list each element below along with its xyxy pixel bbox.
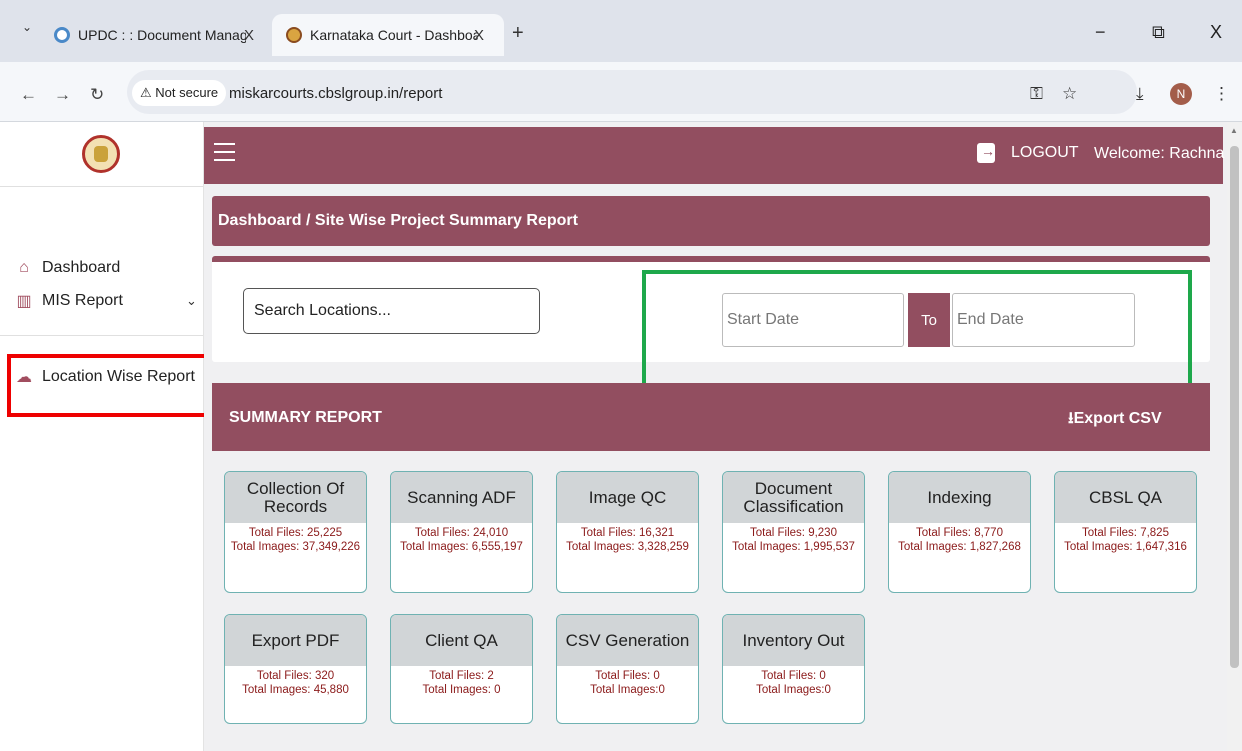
tab-close-icon[interactable]: X bbox=[474, 27, 484, 44]
sidebar-divider bbox=[0, 335, 203, 336]
bookmark-star-icon[interactable]: ☆ bbox=[1062, 84, 1077, 104]
card-title: Indexing bbox=[889, 472, 1030, 523]
card-total-images: Total Images: 45,880 bbox=[242, 684, 349, 696]
url-text[interactable]: miskarcourts.cbslgroup.in/report bbox=[229, 85, 442, 102]
card-total-files: Total Files: 2 bbox=[429, 670, 494, 682]
card-total-images: Total Images:0 bbox=[756, 684, 831, 696]
summary-card-scanning-adf: Scanning ADF Total Files: 24,010 Total I… bbox=[390, 471, 533, 593]
search-input[interactable] bbox=[243, 288, 540, 334]
security-badge[interactable]: ⚠ Not secure bbox=[132, 80, 227, 106]
password-key-icon[interactable]: ⚿ bbox=[1030, 84, 1043, 104]
summary-card-client-qa: Client QA Total Files: 2 Total Images: 0 bbox=[390, 614, 533, 724]
summary-card-indexing: Indexing Total Files: 8,770 Total Images… bbox=[888, 471, 1031, 593]
sidebar-item-mis-report[interactable]: ▥ MIS Report bbox=[14, 291, 123, 311]
card-total-images: Total Images: 37,349,226 bbox=[230, 541, 361, 553]
export-csv-label: Export CSV bbox=[1073, 410, 1162, 427]
tab-title: Karnataka Court - Dashboard bbox=[310, 27, 478, 43]
card-title: Scanning ADF bbox=[391, 472, 532, 523]
green-highlight-annotation bbox=[642, 270, 1192, 394]
card-total-images: Total Images: 6,555,197 bbox=[400, 541, 523, 553]
new-tab-button[interactable]: + bbox=[512, 22, 524, 45]
page-scrollbar[interactable]: ▲ bbox=[1227, 122, 1242, 751]
export-csv-button[interactable]: ⭳Export CSV bbox=[1068, 407, 1162, 434]
card-total-files: Total Files: 9,230 bbox=[750, 527, 837, 539]
card-title: Inventory Out bbox=[723, 615, 864, 666]
court-emblem-favicon-icon bbox=[286, 27, 302, 43]
card-total-files: Total Files: 25,225 bbox=[248, 527, 343, 539]
scroll-up-arrow-icon[interactable]: ▲ bbox=[1230, 126, 1238, 135]
card-total-files: Total Files: 24,010 bbox=[414, 527, 509, 539]
card-title: Client QA bbox=[391, 615, 532, 666]
summary-card-export-pdf: Export PDF Total Files: 320 Total Images… bbox=[224, 614, 367, 724]
logout-label: LOGOUT bbox=[1011, 144, 1079, 161]
summary-card-cbsl-qa: CBSL QA Total Files: 7,825 Total Images:… bbox=[1054, 471, 1197, 593]
back-arrow-icon[interactable]: ← bbox=[20, 85, 37, 105]
tab-close-icon[interactable]: X bbox=[244, 27, 254, 44]
card-total-images: Total Images: 3,328,259 bbox=[566, 541, 689, 553]
chevron-down-icon[interactable]: ⌄ bbox=[186, 293, 197, 309]
updc-favicon-icon bbox=[54, 27, 70, 43]
card-title: Export PDF bbox=[225, 615, 366, 666]
card-total-images: Total Images: 0 bbox=[422, 684, 501, 696]
card-total-files: Total Files: 7,825 bbox=[1082, 527, 1169, 539]
minimize-button[interactable]: − bbox=[1095, 22, 1106, 43]
card-title: CBSL QA bbox=[1055, 472, 1196, 523]
hamburger-menu-icon[interactable] bbox=[214, 143, 235, 163]
card-total-files: Total Files: 8,770 bbox=[916, 527, 1003, 539]
card-total-files: Total Files: 320 bbox=[256, 670, 335, 682]
tab-search-dropdown-icon[interactable]: ⌄ bbox=[22, 20, 32, 34]
home-icon: ⌂ bbox=[19, 259, 29, 276]
logout-icon bbox=[977, 143, 995, 163]
browser-menu-icon[interactable]: ⋮ bbox=[1213, 84, 1230, 104]
summary-title: SUMMARY REPORT bbox=[229, 409, 382, 426]
close-window-button[interactable]: X bbox=[1210, 22, 1222, 43]
breadcrumb: Dashboard / Site Wise Project Summary Re… bbox=[212, 196, 1210, 246]
scrollbar-thumb[interactable] bbox=[1230, 146, 1239, 668]
summary-report-header: SUMMARY REPORT ⭳Export CSV bbox=[212, 383, 1210, 451]
chart-bar-icon: ▥ bbox=[16, 293, 32, 310]
tab-title: UPDC : : Document Managemen bbox=[78, 27, 246, 43]
reload-icon[interactable]: ↻ bbox=[90, 85, 104, 105]
browser-tab-dashboard[interactable]: Karnataka Court - Dashboard X bbox=[272, 14, 504, 56]
summary-card-collection-of-records: Collection Of Records Total Files: 25,22… bbox=[224, 471, 367, 593]
card-total-images: Total Images: 1,995,537 bbox=[732, 541, 855, 553]
download-icon[interactable]: ⤓ bbox=[1136, 84, 1144, 104]
sidebar-item-label: MIS Report bbox=[42, 292, 123, 309]
card-title: Collection Of Records bbox=[225, 472, 366, 523]
card-total-files: Total Files: 16,321 bbox=[580, 527, 675, 539]
browser-tab-updc[interactable]: UPDC : : Document Managemen X bbox=[40, 14, 274, 56]
card-total-images: Total Images: 1,827,268 bbox=[898, 541, 1021, 553]
card-title: Image QC bbox=[557, 472, 698, 523]
court-emblem-logo bbox=[82, 135, 120, 173]
summary-card-csv-generation: CSV Generation Total Files: 0 Total Imag… bbox=[556, 614, 699, 724]
card-title: CSV Generation bbox=[557, 615, 698, 666]
card-total-images: Total Images: 1,647,316 bbox=[1064, 541, 1187, 553]
card-total-images: Total Images:0 bbox=[590, 684, 665, 696]
card-total-files: Total Files: 0 bbox=[595, 670, 660, 682]
welcome-text: Welcome: Rachna bbox=[1094, 145, 1225, 162]
logout-button[interactable]: LOGOUT bbox=[977, 143, 1079, 163]
maximize-button[interactable]: ⧉ bbox=[1152, 22, 1165, 43]
sidebar bbox=[0, 122, 204, 751]
sidebar-item-dashboard[interactable]: ⌂ Dashboard bbox=[14, 259, 120, 277]
sidebar-divider bbox=[0, 186, 203, 187]
profile-avatar[interactable]: N bbox=[1170, 83, 1192, 105]
red-highlight-annotation bbox=[7, 354, 220, 417]
forward-arrow-icon[interactable]: → bbox=[54, 85, 71, 105]
card-total-files: Total Files: 0 bbox=[761, 670, 826, 682]
summary-card-document-classification: Document Classification Total Files: 9,2… bbox=[722, 471, 865, 593]
sidebar-item-label: Dashboard bbox=[42, 259, 121, 276]
card-title: Document Classification bbox=[723, 472, 864, 523]
summary-card-image-qc: Image QC Total Files: 16,321 Total Image… bbox=[556, 471, 699, 593]
summary-card-inventory-out: Inventory Out Total Files: 0 Total Image… bbox=[722, 614, 865, 724]
